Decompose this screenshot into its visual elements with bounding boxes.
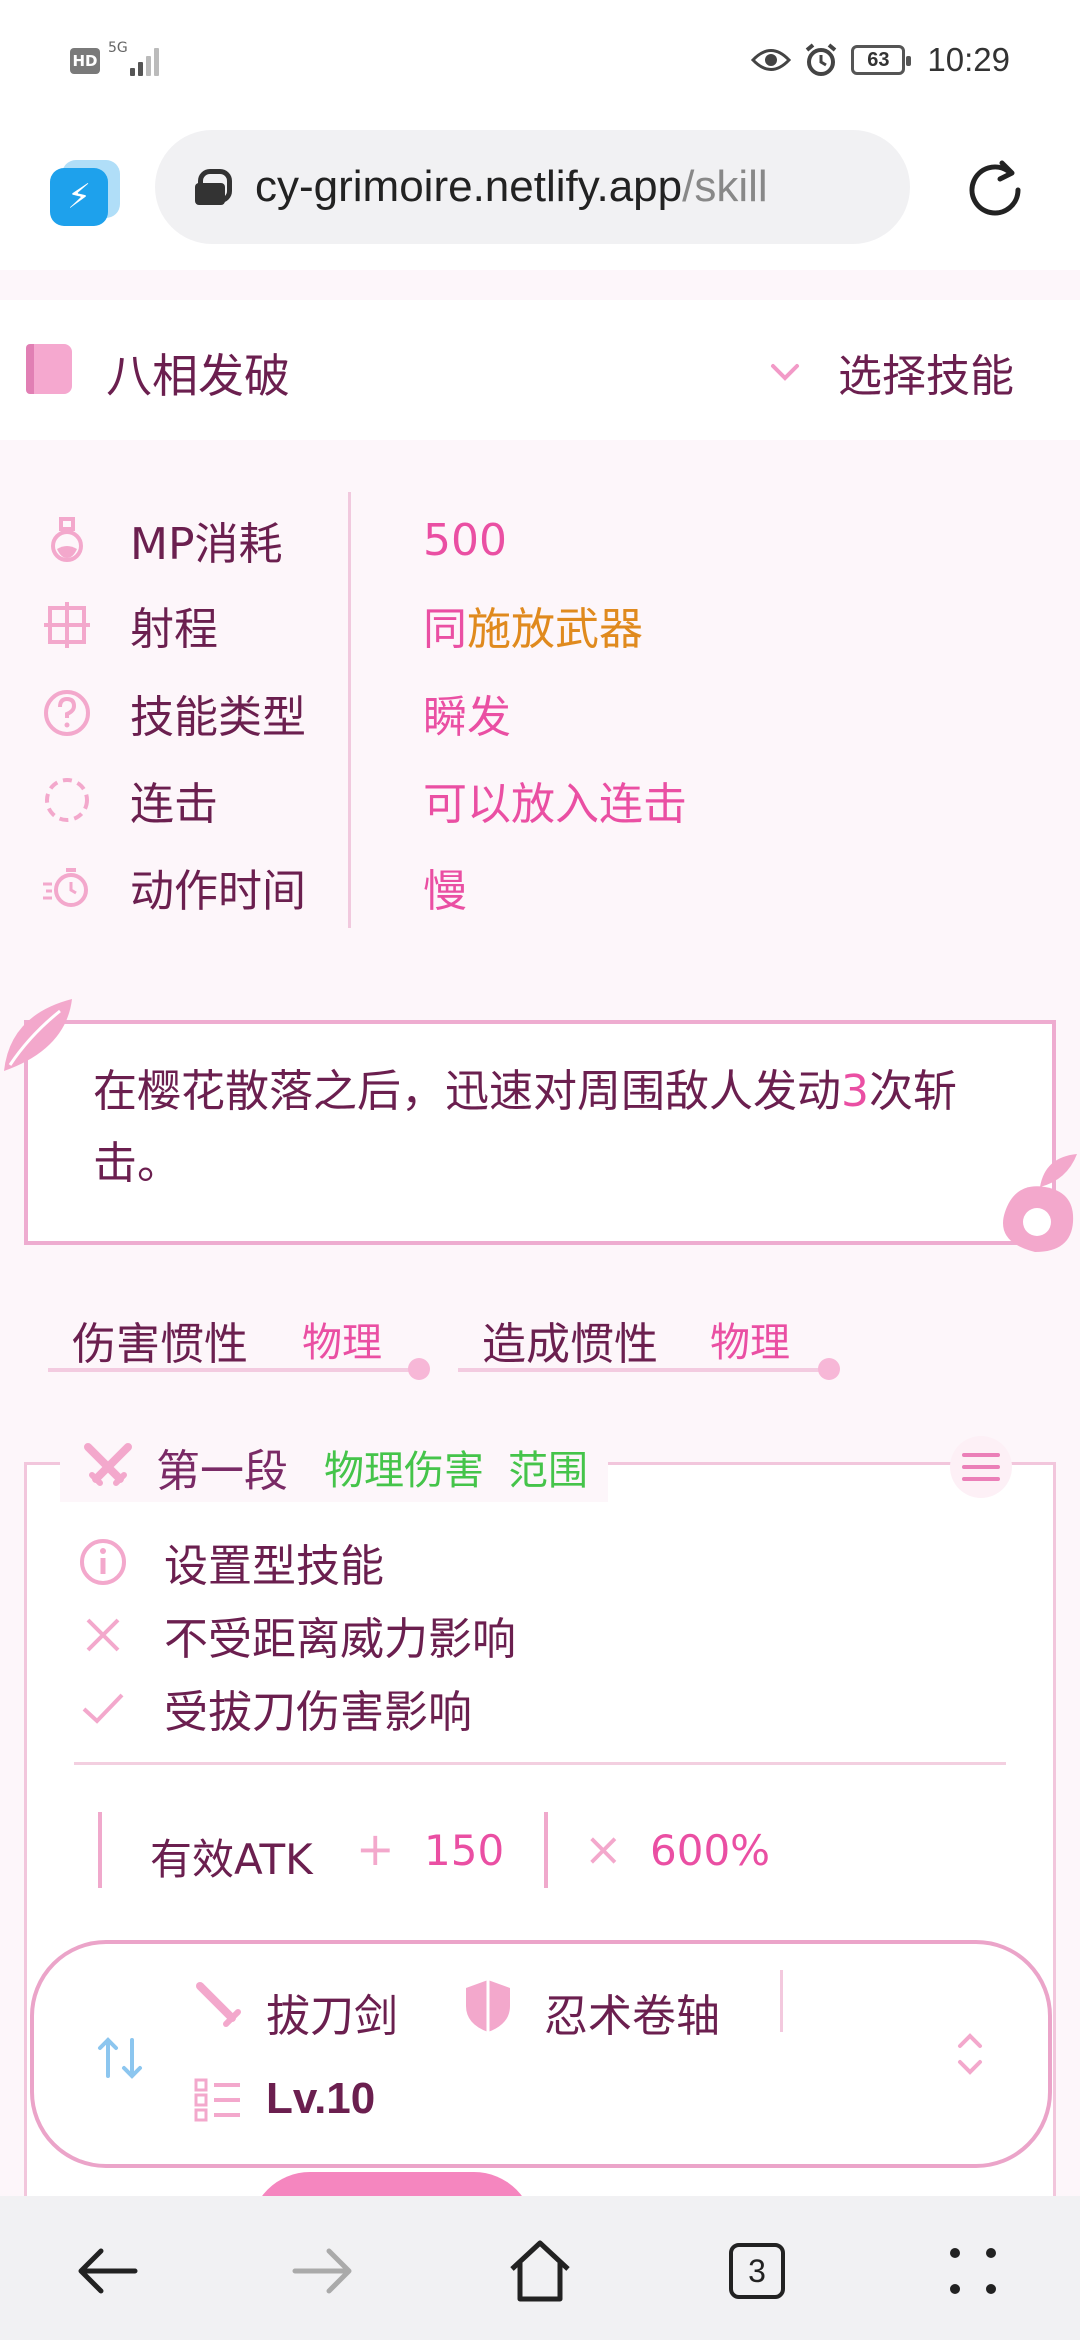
close-icon (86, 1618, 120, 1652)
sakura-decoration-icon (1003, 1154, 1077, 1252)
eye-icon (751, 49, 792, 71)
battery-icon: 63 (851, 45, 912, 75)
clock: 10:29 (927, 41, 1010, 78)
expand-collapse-icon[interactable] (952, 2024, 988, 2084)
inertia-value: 物理 (710, 1320, 790, 1366)
property-action-time: 动作时间 慢 (40, 852, 467, 922)
segment-tag: 物理伤害 (324, 1448, 484, 1494)
property-label: 动作时间 (130, 866, 306, 917)
multiply-icon: × (584, 1822, 623, 1876)
home-button[interactable] (495, 2226, 585, 2316)
status-bar: HD 5G 63 10:29 (0, 0, 1080, 120)
browser-toolbar: ⚡ cy-grimoire.netlify.app/skill (0, 120, 1080, 270)
skill-selector[interactable]: 八相发破 选择技能 (0, 300, 1080, 440)
crosshair-icon (44, 602, 90, 648)
back-arrow-icon (78, 2248, 138, 2294)
property-divider (348, 492, 351, 928)
cause-inertia: 造成惯性 物理 (458, 1300, 844, 1380)
feature-item: 不受距离威力影响 (78, 1605, 516, 1665)
panel-divider (780, 1970, 783, 2032)
segment-tag: 范围 (508, 1448, 588, 1494)
inertia-dot (818, 1358, 840, 1380)
forward-arrow-icon (292, 2248, 352, 2294)
skill-description-box: 在樱花散落之后，迅速对周围敌人发动3次斩击。 (24, 1020, 1056, 1245)
segment-menu-button[interactable] (950, 1436, 1012, 1498)
formula-multiplier: 600% (650, 1826, 771, 1875)
browser-logo-icon[interactable]: ⚡ (50, 160, 120, 230)
inertia-value: 物理 (302, 1320, 382, 1366)
feature-item: 设置型技能 (78, 1532, 384, 1592)
home-icon (510, 2240, 570, 2302)
property-label: MP消耗 (130, 519, 283, 570)
list-icon (194, 2078, 240, 2122)
timer-icon (43, 868, 88, 907)
main-weapon[interactable]: 拔刀剑 (266, 1980, 398, 2044)
leaf-decoration-icon (4, 999, 72, 1071)
property-skill-type: 技能类型 瞬发 (40, 678, 511, 748)
formula-label: 有效ATK (150, 1835, 313, 1884)
browser-bottom-nav: 3 (0, 2196, 1080, 2340)
katana-icon (196, 1982, 241, 2027)
inertia-label: 造成惯性 (482, 1319, 658, 1370)
check-icon (82, 1693, 124, 1724)
book-icon (26, 344, 72, 394)
url-path: /skill (682, 162, 768, 211)
question-circle-icon (44, 690, 90, 736)
property-value: 慢 (423, 866, 467, 917)
potion-icon (51, 517, 83, 562)
network-type: 5G (108, 40, 128, 56)
tabs-button[interactable]: 3 (712, 2226, 802, 2316)
feature-item: 受拔刀伤害影响 (78, 1678, 472, 1738)
inertia-label: 伤害惯性 (72, 1319, 248, 1370)
formula-constant: 150 (424, 1826, 505, 1875)
url-host: cy-grimoire.netlify.app (255, 162, 683, 211)
equipment-panel: 拔刀剑 忍术卷轴 Lv.10 (30, 1940, 1052, 2168)
more-dots-icon (950, 2248, 996, 2294)
select-skill-button[interactable]: 选择技能 (838, 340, 1014, 404)
alarm-icon (806, 43, 837, 76)
property-value: 同施放武器 (423, 604, 643, 655)
back-button[interactable] (62, 2226, 152, 2316)
plus-icon: + (356, 1822, 395, 1876)
property-label: 技能类型 (130, 692, 306, 743)
reload-icon[interactable] (960, 155, 1030, 225)
crossed-swords-icon (84, 1443, 132, 1486)
shield-icon (466, 1980, 510, 2032)
dashed-circle-icon (45, 778, 89, 822)
divider (74, 1762, 1006, 1765)
property-value: 瞬发 (423, 692, 511, 743)
property-label: 射程 (130, 604, 218, 655)
property-label: 连击 (130, 779, 218, 830)
skill-description: 在樱花散落之后，迅速对周围敌人发动3次斩击。 (93, 1066, 957, 1189)
address-bar[interactable]: cy-grimoire.netlify.app/skill (155, 130, 910, 244)
property-value: 可以放入连击 (423, 779, 687, 830)
inertia-dot (408, 1358, 430, 1380)
property-value: 500 (423, 514, 507, 566)
segment-title: 第一段 (156, 1446, 288, 1497)
info-icon (80, 1539, 126, 1585)
swap-arrows-icon[interactable] (94, 2032, 146, 2084)
property-combo: 连击 可以放入连击 (40, 765, 687, 835)
forward-button[interactable] (278, 2226, 368, 2316)
skill-level[interactable]: Lv.10 (266, 2074, 375, 2124)
lock-icon (195, 169, 232, 205)
hd-badge: HD (70, 48, 100, 74)
signal-icon (128, 44, 164, 76)
sub-weapon[interactable]: 忍术卷轴 (544, 1980, 720, 2044)
more-menu-button[interactable] (928, 2226, 1018, 2316)
property-mp-cost: MP消耗 500 (40, 505, 507, 575)
tab-count: 3 (729, 2243, 785, 2299)
property-range: 射程 同施放武器 (40, 590, 643, 660)
skill-name: 八相发破 (106, 349, 290, 403)
damage-inertia: 伤害惯性 物理 (48, 1300, 434, 1380)
segment-header: 第一段 物理伤害 范围 (60, 1432, 608, 1502)
chevron-down-icon[interactable] (765, 352, 805, 392)
